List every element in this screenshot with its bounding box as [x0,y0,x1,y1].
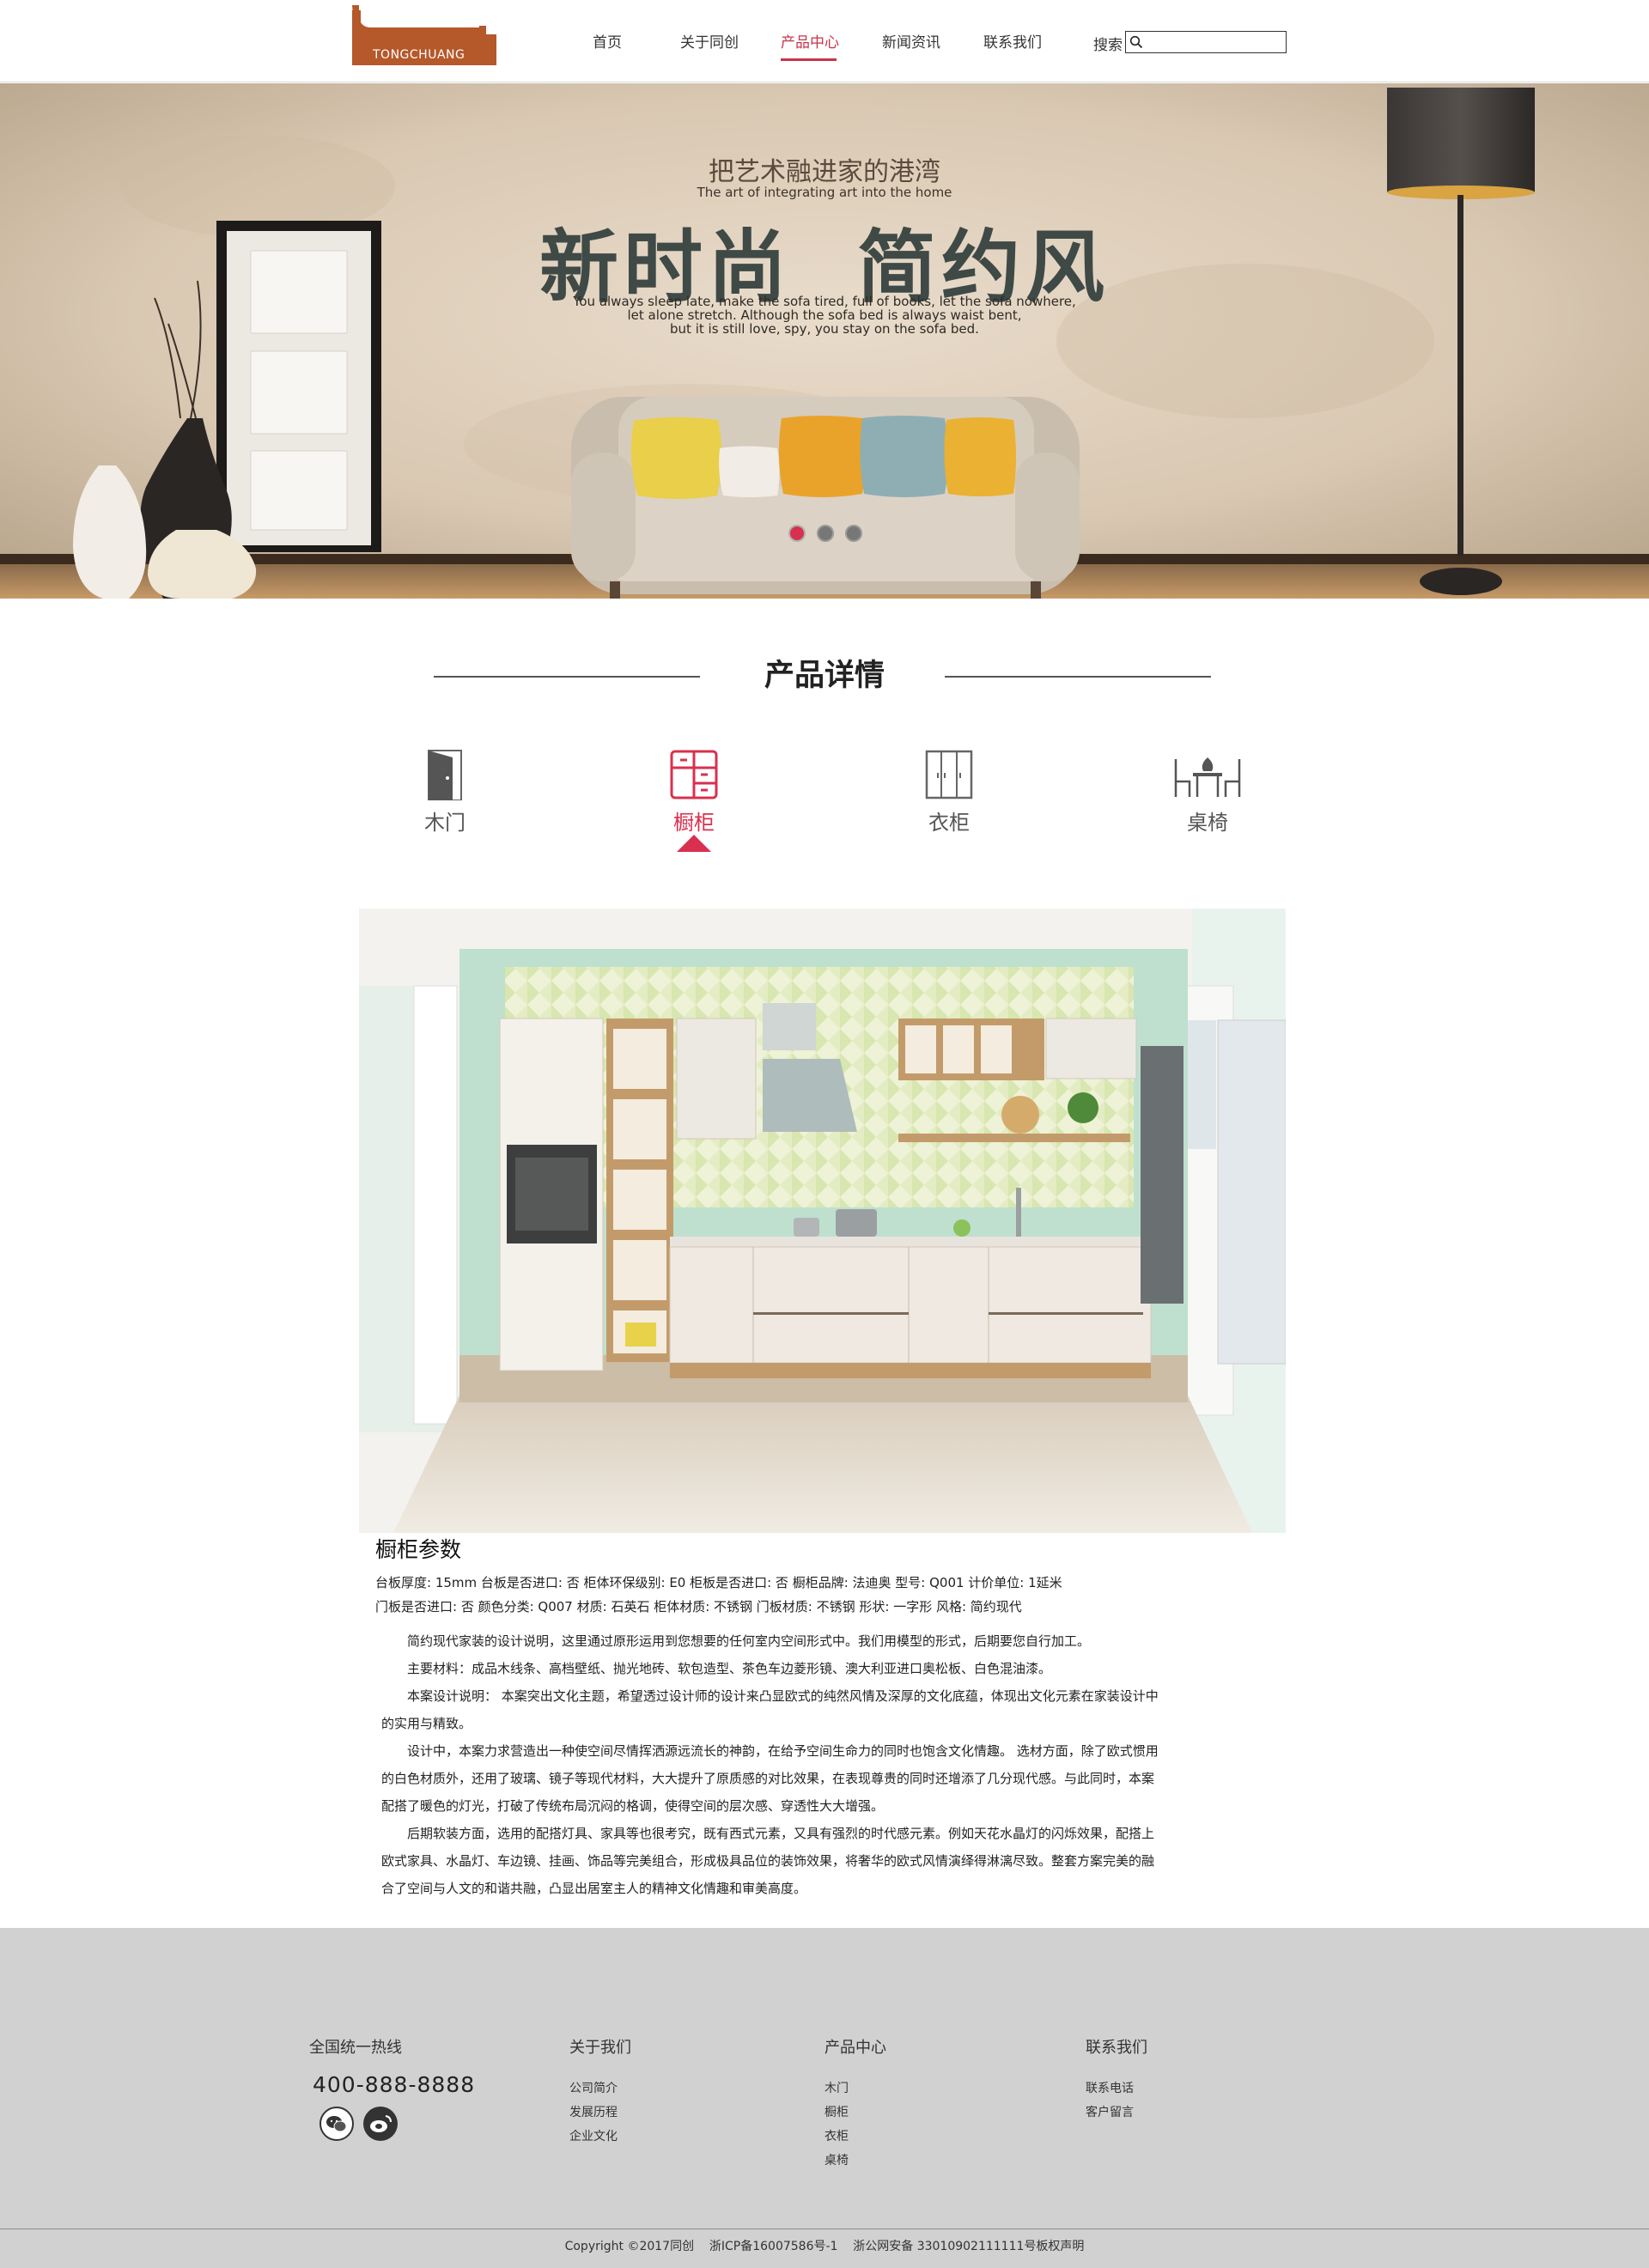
footer-contact-heading: 联系我们 [1086,2039,1147,2057]
footer-divider [0,2228,1649,2229]
footer-link-doors[interactable]: 木门 [824,2076,886,2101]
footer-link-history[interactable]: 发展历程 [569,2101,631,2125]
desc-paragraph: 本案设计说明： 本案突出文化主题，希望透过设计师的设计来凸显欧式的纯然风情及深厚… [381,1688,1159,1731]
search-input[interactable] [1145,33,1282,51]
footer-contact: 联系我们 联系电话 客户留言 [1086,2035,1147,2125]
footer-products: 产品中心 木门 橱柜 衣柜 桌椅 [824,2035,886,2173]
weibo-icon [370,2115,392,2132]
footer-about-heading: 关于我们 [569,2039,631,2057]
nav-about[interactable]: 关于同创 [680,31,739,55]
desc-paragraph: 主要材料：成品木线条、高档壁纸、抛光地砖、软包造型、茶色车边菱形镜、澳大利亚进口… [407,1661,1052,1676]
params-line: 台板厚度: 15mm 台板是否进口: 否 柜体环保级别: E0 柜板是否进口: … [375,1575,1062,1590]
tab-doors[interactable]: 木门 [393,749,496,836]
copyright: Copyright ©2017同创 浙ICP备16007586号-1 浙公网安备… [564,2240,1085,2253]
table-chairs-icon [1174,757,1241,797]
footer-link-cabinets[interactable]: 橱柜 [824,2101,886,2125]
hotline-number[interactable]: 400-888-8888 [313,2072,475,2097]
nav-contact[interactable]: 联系我们 [983,31,1042,55]
tab-label: 衣柜 [928,811,970,835]
footer-link-tables[interactable]: 桌椅 [824,2149,886,2173]
footer-link-message[interactable]: 客户留言 [1086,2101,1147,2125]
desc-paragraph: 简约现代家装的设计说明，这里通过原形运用到您想要的任何室内空间形式中。我们用模型… [407,1633,1091,1649]
hero-banner: 把艺术融进家的港湾 The art of integrating art int… [0,83,1649,599]
product-image [359,909,1286,1533]
nav-active-underline [781,58,837,61]
banner-desc-line: let alone stretch. Although the sofa bed… [627,307,1022,323]
params-line: 门板是否进口: 否 颜色分类: Q007 材质: 石英石 柜体材质: 不锈钢 门… [375,1599,1022,1614]
banner-subtitle-cn: 把艺术融进家的港湾 [709,157,940,187]
search-label: 搜索 [1093,37,1123,54]
search-box[interactable] [1125,31,1287,53]
params-title: 橱柜参数 [375,1537,462,1562]
tab-tables-chairs[interactable]: 桌椅 [1156,749,1259,836]
section-title: 产品详情 [764,659,885,693]
footer-hotline: 全国统一热线 [309,2035,402,2076]
wechat-button[interactable] [319,2107,354,2141]
site-footer: 全国统一热线 400-888-8888 关于我们 公司简介 发展历程 企业文化 … [0,1928,1649,2268]
tab-label: 桌椅 [1187,811,1228,835]
banner-desc-line: but it is still love, spy, you stay on t… [670,321,979,337]
weibo-button[interactable] [363,2107,398,2141]
carousel-dot-2[interactable] [817,525,834,542]
section-title-rule-right [945,676,1211,678]
cabinet-icon [670,750,718,800]
active-tab-indicator [677,835,711,852]
desc-paragraph: 后期软装方面，选用的配搭灯具、家具等也很考究，既有西式元素，又具有强烈的时代感元… [381,1826,1155,1896]
carousel-dot-1[interactable] [788,525,806,542]
nav-news[interactable]: 新闻资讯 [882,31,940,55]
search-icon[interactable] [1129,35,1143,49]
footer-about: 关于我们 公司简介 发展历程 企业文化 [569,2035,631,2149]
banner-subtitle-en: The art of integrating art into the home [697,185,952,200]
desc-paragraph: 设计中，本案力求营造出一种使空间尽情挥洒源远流长的神韵，在给予空间生命力的同时也… [381,1743,1159,1814]
carousel-dot-3[interactable] [845,525,862,542]
site-header: TONGCHUANG 首页 关于同创 产品中心 新闻资讯 联系我们 搜索 [0,0,1649,82]
wechat-icon [326,2116,347,2132]
tab-wardrobes[interactable]: 衣柜 [898,749,1001,836]
tab-cabinets[interactable]: 橱柜 [642,749,745,836]
door-icon [428,750,462,800]
hotline-label: 全国统一热线 [309,2039,402,2057]
footer-link-company[interactable]: 公司简介 [569,2076,631,2101]
nav-home[interactable]: 首页 [593,31,622,55]
footer-link-culture[interactable]: 企业文化 [569,2125,631,2149]
footer-link-wardrobes[interactable]: 衣柜 [824,2125,886,2149]
wardrobe-icon [925,750,973,800]
kitchen-illustration [359,909,1286,1533]
logo[interactable]: TONGCHUANG [352,5,496,65]
banner-description: You always sleep late, make the sofa tir… [0,295,1649,336]
footer-products-heading: 产品中心 [824,2039,886,2057]
footer-link-phone[interactable]: 联系电话 [1086,2076,1147,2101]
product-description: 简约现代家装的设计说明，这里通过原形运用到您想要的任何室内空间形式中。我们用模型… [381,1627,1163,1902]
nav-products[interactable]: 产品中心 [781,31,839,55]
tab-label: 橱柜 [673,811,715,835]
banner-desc-line: You always sleep late, make the sofa tir… [573,294,1076,309]
tab-label: 木门 [424,811,465,835]
logo-text: TONGCHUANG [373,48,465,62]
